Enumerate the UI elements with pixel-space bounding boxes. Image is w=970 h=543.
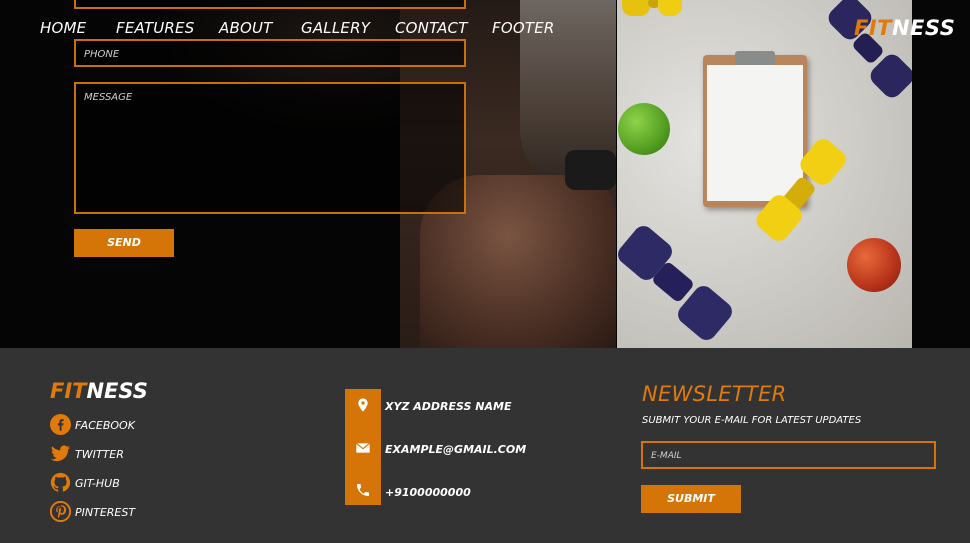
green-apple [618, 103, 670, 155]
nav-about[interactable]: ABOUT [219, 19, 273, 37]
brand-logo[interactable]: FITNESS [854, 16, 955, 40]
message-field[interactable]: MESSAGE [74, 82, 466, 214]
phone-icon [357, 484, 369, 496]
footer-brand-ness: NESS [86, 379, 148, 403]
newsletter-email-input[interactable]: E-MAIL [641, 441, 936, 469]
woman-strap [565, 150, 616, 190]
phone-placeholder: PHONE [84, 49, 120, 60]
map-pin-icon [358, 398, 368, 412]
message-placeholder: MESSAGE [84, 92, 133, 103]
twitter-icon [50, 445, 71, 462]
contact-address: XYZ ADDRESS NAME [385, 400, 512, 413]
email-field-top[interactable] [74, 0, 466, 9]
newsletter-subtitle: SUBMIT YOUR E-MAIL FOR LATEST UPDATES [642, 415, 862, 426]
social-twitter-label: TWITTER [75, 448, 124, 461]
nav-home[interactable]: HOME [40, 19, 86, 37]
red-apple [847, 238, 901, 292]
github-icon [50, 472, 71, 492]
contact-icon-bar [345, 389, 381, 505]
envelope-icon [355, 442, 371, 453]
phone-field[interactable]: PHONE [74, 39, 466, 67]
social-github-label: GIT-HUB [75, 477, 120, 490]
newsletter-submit-button[interactable]: SUBMIT [641, 485, 741, 513]
brand-ness: NESS [891, 16, 956, 40]
social-pinterest-label: PINTEREST [75, 506, 136, 519]
send-button[interactable]: SEND [74, 229, 174, 257]
footer: FITNESS FACEBOOK TWITTER GIT-HUB PINTERE… [0, 348, 970, 543]
hero-section: HOME FEATURES ABOUT GALLERY CONTACT FOOT… [0, 0, 970, 348]
newsletter-email-placeholder: E-MAIL [651, 451, 682, 461]
social-facebook-label: FACEBOOK [75, 419, 135, 432]
pinterest-icon [50, 501, 71, 522]
contact-phone[interactable]: +9100000000 [385, 486, 471, 499]
nav-contact[interactable]: CONTACT [395, 19, 468, 37]
footer-brand-fit: FIT [50, 379, 87, 403]
footer-brand: FITNESS [50, 379, 148, 403]
nav-footer[interactable]: FOOTER [492, 19, 555, 37]
facebook-icon [50, 414, 71, 435]
newsletter-title: NEWSLETTER [642, 382, 787, 406]
yellow-dumbbell [752, 135, 852, 245]
contact-email[interactable]: EXAMPLE@GMAIL.COM [385, 443, 526, 456]
nav-gallery[interactable]: GALLERY [301, 19, 370, 37]
nav-features[interactable]: FEATURES [116, 19, 194, 37]
purple-dumbbell-bottom [614, 222, 737, 345]
brand-fit: FIT [854, 16, 892, 40]
